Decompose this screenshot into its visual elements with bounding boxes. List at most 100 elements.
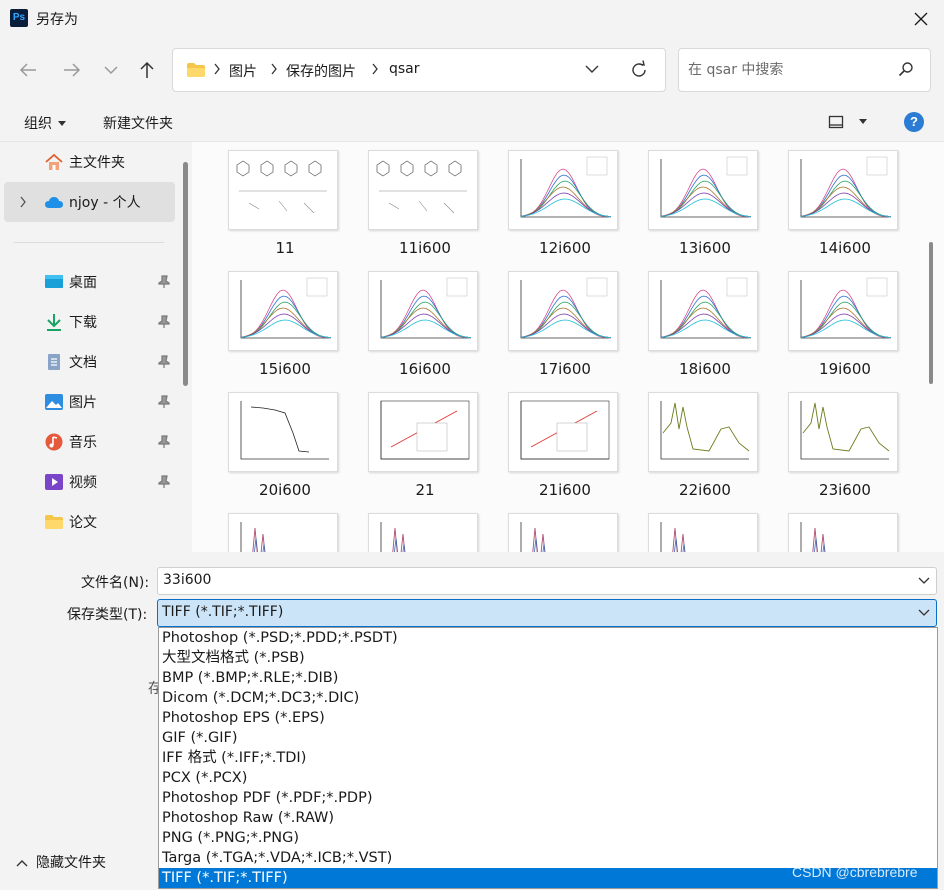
chevron-right-icon[interactable] [19,196,27,208]
breadcrumb-pictures[interactable]: 图片 [229,61,257,81]
chevron-down-icon[interactable] [918,609,930,617]
filetype-value: TIFF (*.TIF;*.TIFF) [162,604,284,620]
view-mode-icon[interactable] [828,114,844,130]
filetype-option[interactable]: Dicom (*.DCM;*.DC3;*.DIC) [159,688,937,708]
file-name-label: 12i600 [539,239,591,257]
file-tile[interactable] [638,506,758,552]
filetype-option[interactable]: BMP (*.BMP;*.RLE;*.DIB) [159,668,937,688]
file-name-label: 15i600 [259,360,311,378]
file-tile[interactable]: 21i600 [498,385,618,505]
file-tile[interactable]: 12i600 [498,143,618,263]
file-tile[interactable]: 11 [218,143,338,263]
file-tile[interactable] [498,506,618,552]
file-thumbnail [788,513,898,552]
videos-icon [45,474,63,490]
forward-button[interactable] [56,54,88,86]
new-folder-button[interactable]: 新建文件夹 [103,113,173,133]
hide-folders-button[interactable]: 隐藏文件夹 [16,852,106,872]
chevron-down-icon[interactable] [918,577,930,585]
sidebar-item-downloads[interactable]: 下载 [0,302,176,342]
file-thumbnail [788,392,898,472]
recent-locations-button[interactable] [95,54,127,86]
back-button[interactable] [12,54,44,86]
file-tile[interactable]: 17i600 [498,264,618,384]
breadcrumb-saved-pictures[interactable]: 保存的图片 [286,61,356,81]
sidebar-item-pictures[interactable]: 图片 [0,382,176,422]
file-thumbnail [508,392,618,472]
folder-icon [187,63,205,77]
sidebar-item-documents[interactable]: 文档 [0,342,176,382]
view-options-caret-icon[interactable] [859,119,867,124]
file-tile[interactable]: 13i600 [638,143,758,263]
file-thumbnail [648,150,758,230]
file-tile[interactable]: 20i600 [218,385,338,505]
caret-down-icon [58,121,66,126]
navigation-bar: 图片 保存的图片 qsar [0,38,944,102]
file-tile[interactable] [778,506,898,552]
pin-icon[interactable] [158,395,170,409]
close-button[interactable] [898,0,944,38]
breadcrumb-qsar[interactable]: qsar [389,61,420,77]
file-tile[interactable]: 11i600 [358,143,478,263]
file-tile[interactable] [358,506,478,552]
up-button[interactable] [131,54,163,86]
sidebar-item-onedrive[interactable]: njoy - 个人 [4,182,175,222]
chevron-down-icon [104,66,118,75]
search-input[interactable] [688,60,888,80]
filetype-label: 保存类型(T): [67,607,148,623]
pin-icon[interactable] [158,475,170,489]
sidebar-item-thesis[interactable]: 论文 [0,502,176,542]
sidebar-item-label: njoy - 个人 [69,195,141,211]
organize-menu-button[interactable]: 组织 [24,113,66,133]
file-name-label: 21i600 [539,481,591,499]
file-grid-scrollbar[interactable] [929,242,933,384]
file-tile[interactable]: 14i600 [778,143,898,263]
filetype-option[interactable]: Photoshop Raw (*.RAW) [159,808,937,828]
arrow-up-icon [140,61,154,78]
pictures-icon [45,394,63,410]
file-tile[interactable] [218,506,338,552]
file-thumbnail [368,513,478,552]
filetype-option[interactable]: Photoshop PDF (*.PDF;*.PDP) [159,788,937,808]
pin-icon[interactable] [158,435,170,449]
sidebar-item-home[interactable]: 主文件夹 [0,142,176,182]
sidebar-item-desktop[interactable]: 桌面 [0,262,176,302]
filename-value: 33i600 [163,572,212,588]
filetype-option[interactable]: PNG (*.PNG;*.PNG) [159,828,937,848]
file-thumbnail [648,271,758,351]
file-tile[interactable]: 15i600 [218,264,338,384]
filename-input[interactable]: 33i600 [157,567,937,595]
arrow-left-icon [19,63,36,77]
filetype-option[interactable]: 大型文档格式 (*.PSB) [159,648,937,668]
search-box[interactable] [678,48,931,92]
navigation-pane: 主文件夹 njoy - 个人 桌面 下载 文档 图片 音乐 视频 论文 [0,142,192,552]
filetype-option[interactable]: Photoshop (*.PSD;*.PDD;*.PSDT) [159,628,937,648]
sidebar-item-videos[interactable]: 视频 [0,462,176,502]
pin-icon[interactable] [158,275,170,289]
filetype-option[interactable]: GIF (*.GIF) [159,728,937,748]
home-icon [45,153,63,170]
address-dropdown-icon[interactable] [584,61,600,77]
sidebar-item-label: 音乐 [69,435,97,451]
filetype-option[interactable]: Photoshop EPS (*.EPS) [159,708,937,728]
file-tile[interactable]: 16i600 [358,264,478,384]
file-tile[interactable]: 23i600 [778,385,898,505]
file-thumbnail [228,150,338,230]
refresh-icon[interactable] [629,60,649,80]
help-button[interactable]: ? [904,112,924,132]
filetype-option[interactable]: PCX (*.PCX) [159,768,937,788]
sidebar-item-music[interactable]: 音乐 [0,422,176,462]
address-bar[interactable]: 图片 保存的图片 qsar [172,48,666,92]
filetype-option[interactable]: IFF 格式 (*.IFF;*.TDI) [159,748,937,768]
file-tile[interactable]: 19i600 [778,264,898,384]
pin-icon[interactable] [158,315,170,329]
file-name-label: 13i600 [679,239,731,257]
file-tile[interactable]: 22i600 [638,385,758,505]
pin-icon[interactable] [158,355,170,369]
chevron-right-icon [271,63,277,75]
file-tile[interactable]: 21 [358,385,478,505]
file-tile[interactable]: 18i600 [638,264,758,384]
filetype-select[interactable]: TIFF (*.TIF;*.TIFF) [157,599,937,627]
file-name-label: 22i600 [679,481,731,499]
sidebar-scrollbar[interactable] [183,162,188,386]
